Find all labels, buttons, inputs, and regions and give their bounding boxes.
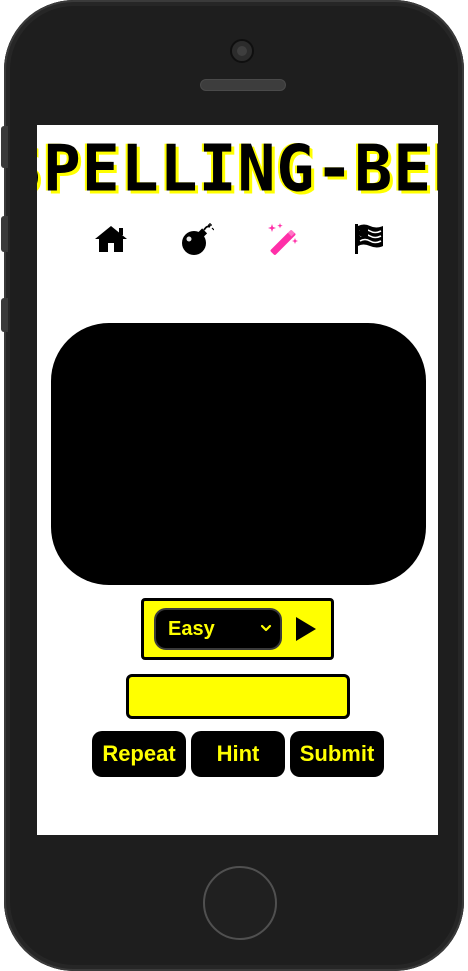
volume-down-button	[1, 298, 8, 332]
bomb-icon	[182, 223, 214, 255]
nav-item-bomb[interactable]	[177, 219, 217, 259]
submit-button[interactable]: Submit	[290, 731, 384, 777]
difficulty-select-value: Easy	[168, 617, 215, 640]
difficulty-select[interactable]: Easy	[154, 608, 282, 650]
silent-switch	[1, 126, 8, 168]
app-title: SPELLING-BEE	[37, 131, 438, 206]
repeat-button[interactable]: Repeat	[92, 731, 186, 777]
magic-wand-icon	[268, 223, 298, 255]
flag-icon	[355, 224, 383, 254]
nav-item-flag[interactable]	[349, 219, 389, 259]
front-camera	[230, 39, 254, 63]
play-button[interactable]	[292, 614, 320, 644]
chevron-down-icon	[260, 624, 272, 632]
word-display-panel	[51, 323, 426, 585]
level-controls: Easy	[141, 598, 334, 660]
play-icon	[296, 617, 316, 641]
answer-input[interactable]	[126, 674, 350, 719]
home-button	[203, 866, 277, 940]
phone-frame: SPELLING-BEE	[1, 0, 464, 971]
screen: SPELLING-BEE	[37, 125, 438, 835]
volume-up-button	[1, 216, 8, 252]
nav-item-magic[interactable]	[263, 219, 303, 259]
home-icon	[95, 226, 127, 252]
earpiece-speaker	[200, 79, 286, 91]
nav-item-home[interactable]	[91, 219, 131, 259]
hint-button[interactable]: Hint	[191, 731, 285, 777]
nav-bar	[37, 219, 438, 259]
